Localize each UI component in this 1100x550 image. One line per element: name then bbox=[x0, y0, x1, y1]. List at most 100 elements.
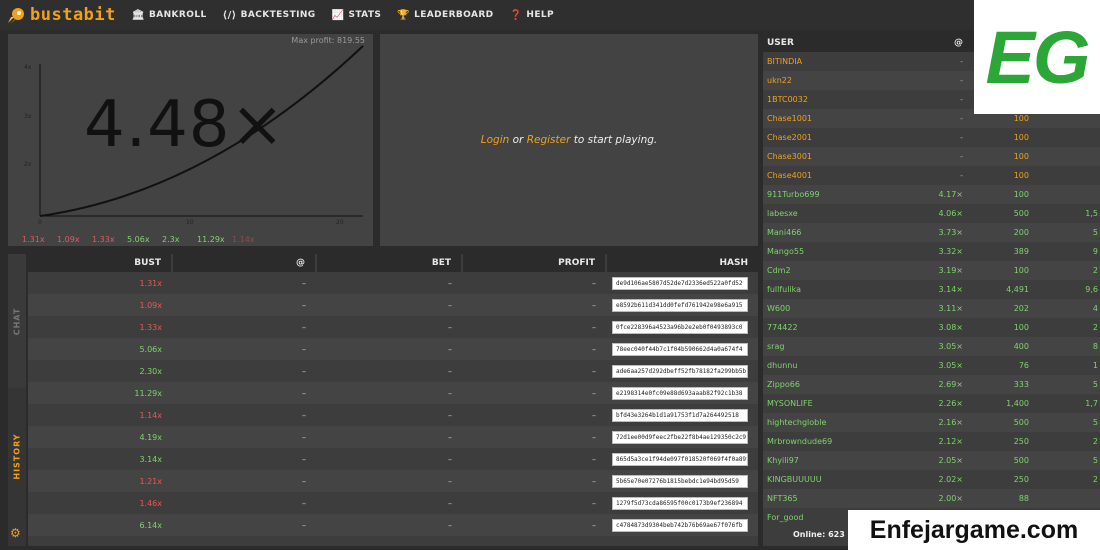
nav-bankroll[interactable]: 🏛 BANKROLL bbox=[132, 10, 207, 21]
col-bet[interactable]: BET bbox=[316, 254, 463, 272]
tab-history[interactable]: HISTORY bbox=[8, 390, 26, 522]
player-name[interactable]: W600 bbox=[763, 299, 908, 318]
player-name[interactable]: Cdm2 bbox=[763, 261, 908, 280]
list-item[interactable]: Chase2001 - 100 bbox=[763, 128, 1100, 147]
col-profit[interactable]: PROFIT bbox=[462, 254, 607, 272]
logo[interactable]: bustabit bbox=[6, 5, 116, 25]
player-bet: 1,400 bbox=[1006, 399, 1029, 408]
hash-field[interactable]: 0fce228396a4523a96b2e2eb0f0493893c0 bbox=[612, 320, 748, 334]
col-user[interactable]: USER bbox=[763, 34, 908, 52]
player-name[interactable]: Khyili97 bbox=[763, 451, 908, 470]
player-name[interactable]: srag bbox=[763, 337, 908, 356]
nav-help[interactable]: ❓ HELP bbox=[510, 10, 554, 21]
list-item[interactable]: Khyili97 2.05× 500 5 bbox=[763, 451, 1100, 470]
table-row[interactable]: 6.14x – – – c4784873d9304beb742b76b69ae67f07… bbox=[28, 514, 758, 536]
chart-icon: 📈 bbox=[331, 9, 345, 21]
register-link[interactable]: Register bbox=[527, 134, 571, 146]
nav-leaderboard[interactable]: 🏆 LEADERBOARD bbox=[397, 10, 493, 21]
list-item[interactable]: fullfulika 3.14× 4,491 9,6 bbox=[763, 280, 1100, 299]
col-bust[interactable]: BUST bbox=[28, 254, 173, 272]
player-name[interactable]: dhunnu bbox=[763, 356, 908, 375]
table-row[interactable]: 11.29x – – – e2198314e0fc09e88d693aaab82f92c… bbox=[28, 382, 758, 404]
y-tick: 2x bbox=[24, 161, 32, 168]
hash-field[interactable]: bfd43e3264b1d1a91753f1d7a264492518 bbox=[612, 408, 748, 422]
hash-field[interactable]: 72d1ee00d9feec2fbe22f8b4ae129350c2c9 bbox=[612, 430, 748, 444]
table-row[interactable]: 1.33x – – – 0fce228396a4523a96b2e2eb0f049389… bbox=[28, 316, 758, 338]
list-item[interactable]: Chase3001-100 bbox=[763, 147, 1100, 166]
player-name[interactable]: Mani466 bbox=[763, 223, 908, 242]
gear-icon[interactable]: ⚙ bbox=[10, 526, 21, 540]
player-cashout: - bbox=[960, 133, 963, 142]
player-name[interactable]: ukn22 bbox=[763, 71, 908, 90]
hash-field[interactable]: de9d106ae5807d52de7d2336ed522a0fd52 bbox=[612, 276, 748, 290]
hash-field[interactable]: ade6aa257d292dbeff52fb78182fa299bb5b bbox=[612, 364, 748, 378]
table-row[interactable]: 1.31x – – – de9d106ae5807d52de7d2336ed522a0f… bbox=[28, 272, 758, 294]
list-item[interactable]: hightechgloble 2.16× 500 5 bbox=[763, 413, 1100, 432]
col-at[interactable]: @ bbox=[172, 254, 317, 272]
player-name[interactable]: BITINDIA bbox=[763, 52, 908, 71]
player-profit: 5 bbox=[1037, 223, 1100, 242]
player-name[interactable]: 1BTC0032 bbox=[763, 90, 908, 109]
player-name[interactable]: Chase4001 bbox=[763, 166, 908, 185]
list-item[interactable]: labesxe 4.06× 500 1,5 bbox=[763, 204, 1100, 223]
player-name[interactable]: KINGBUUUUU bbox=[763, 470, 908, 489]
col-hash[interactable]: HASH bbox=[606, 254, 758, 272]
list-item[interactable]: Chase4001 - 100 bbox=[763, 166, 1100, 185]
tab-chat[interactable]: CHAT bbox=[8, 254, 26, 388]
table-row[interactable]: 2.30x – – – ade6aa257d292dbeff52fb78182fa299… bbox=[28, 360, 758, 382]
player-name[interactable]: Chase3001 bbox=[763, 147, 908, 166]
player-name[interactable]: Chase2001 bbox=[763, 128, 908, 147]
nav-backtesting[interactable]: ⟨/⟩ BACKTESTING bbox=[223, 10, 316, 21]
list-item[interactable]: MYSONLIFE 2.26× 1,400 1,7 bbox=[763, 394, 1100, 413]
table-row[interactable]: 3.14x – – – 865d5a3ce1f94de097f018520f069f4f… bbox=[28, 448, 758, 470]
max-profit: Max profit: 819.55 bbox=[291, 36, 365, 45]
hash-field[interactable]: e2198314e0fc09e88d693aaab82f92c1b38 bbox=[612, 386, 748, 400]
player-cashout: 2.26× bbox=[938, 399, 963, 408]
player-name[interactable]: Zippo66 bbox=[763, 375, 908, 394]
list-item[interactable]: W600 3.11× 202 4 bbox=[763, 299, 1100, 318]
cashout-value: – bbox=[302, 278, 306, 288]
hash-field[interactable]: 78eec040f44b7c1f04b590662d4a0a674f4 bbox=[612, 342, 748, 356]
player-profit: 5 bbox=[1037, 413, 1100, 432]
table-row[interactable]: 1.21x – – –5b65e70e07276b1815bebdc1e94bd95d… bbox=[28, 470, 758, 492]
player-name[interactable]: 774422 bbox=[763, 318, 908, 337]
player-cashout: - bbox=[960, 95, 963, 104]
table-row[interactable]: 1.09x – – – e8592b611d341dd0fefd761942e98e6a… bbox=[28, 294, 758, 316]
player-name[interactable]: fullfulika bbox=[763, 280, 908, 299]
player-name[interactable]: Mrbrowndude69 bbox=[763, 432, 908, 451]
table-row[interactable]: 4.19x – – –72d1ee00d9feec2fbe22f8b4ae129350… bbox=[28, 426, 758, 448]
list-item[interactable]: KINGBUUUUU 2.02× 250 2 bbox=[763, 470, 1100, 489]
player-name[interactable]: hightechgloble bbox=[763, 413, 908, 432]
hash-field[interactable]: e8592b611d341dd0fefd761942e98e6a915 bbox=[612, 298, 748, 312]
table-row[interactable]: 1.14x – – – bfd43e3264b1d1a91753f1d7a2644925… bbox=[28, 404, 758, 426]
list-item[interactable]: Mrbrowndude69 2.12× 250 2 bbox=[763, 432, 1100, 451]
list-item[interactable]: srag 3.05× 400 8 bbox=[763, 337, 1100, 356]
player-name[interactable]: 911Turbo699 bbox=[763, 185, 908, 204]
player-name[interactable]: Mango55 bbox=[763, 242, 908, 261]
x-tick: 0 bbox=[38, 219, 42, 226]
table-row[interactable]: 1.46x – – – 1279f5d73cda86595f00c0173b9ef236… bbox=[28, 492, 758, 514]
list-item[interactable]: NFT365 2.00× 88 bbox=[763, 489, 1100, 508]
list-item[interactable]: Zippo66 2.69× 333 5 bbox=[763, 375, 1100, 394]
hash-field[interactable]: 865d5a3ce1f94de097f018520f069f4f0a89f bbox=[612, 452, 748, 466]
list-item[interactable]: Cdm2 3.19× 100 2 bbox=[763, 261, 1100, 280]
table-row[interactable]: 5.06x – – –78eec040f44b7c1f04b590662d4a0a67… bbox=[28, 338, 758, 360]
player-name[interactable]: MYSONLIFE bbox=[763, 394, 908, 413]
player-profit: 5 bbox=[1037, 451, 1100, 470]
player-name[interactable]: NFT365 bbox=[763, 489, 908, 508]
col-cashout[interactable]: @ bbox=[908, 34, 967, 52]
hash-field[interactable]: 1279f5d73cda86595f00c0173b9ef236894 bbox=[612, 496, 748, 510]
hash-field[interactable]: c4784873d9304beb742b76b69ae67f076fb bbox=[612, 518, 748, 532]
list-item[interactable]: dhunnu 3.05× 76 1 bbox=[763, 356, 1100, 375]
nav-stats[interactable]: 📈 STATS bbox=[332, 10, 382, 21]
player-bet: 100 bbox=[967, 261, 1037, 280]
player-name[interactable]: Chase1001 bbox=[763, 109, 908, 128]
login-link[interactable]: Login bbox=[481, 134, 510, 146]
hash-field[interactable]: 5b65e70e07276b1815bebdc1e94bd95d59 bbox=[612, 474, 748, 488]
list-item[interactable]: Mango55 3.32× 389 9 bbox=[763, 242, 1100, 261]
list-item[interactable]: 774422 3.08× 100 2 bbox=[763, 318, 1100, 337]
player-profit: 1 bbox=[1092, 361, 1098, 370]
player-name[interactable]: labesxe bbox=[763, 204, 908, 223]
list-item[interactable]: 911Turbo699 4.17× 100 bbox=[763, 185, 1100, 204]
list-item[interactable]: Mani466 3.73× 200 5 bbox=[763, 223, 1100, 242]
